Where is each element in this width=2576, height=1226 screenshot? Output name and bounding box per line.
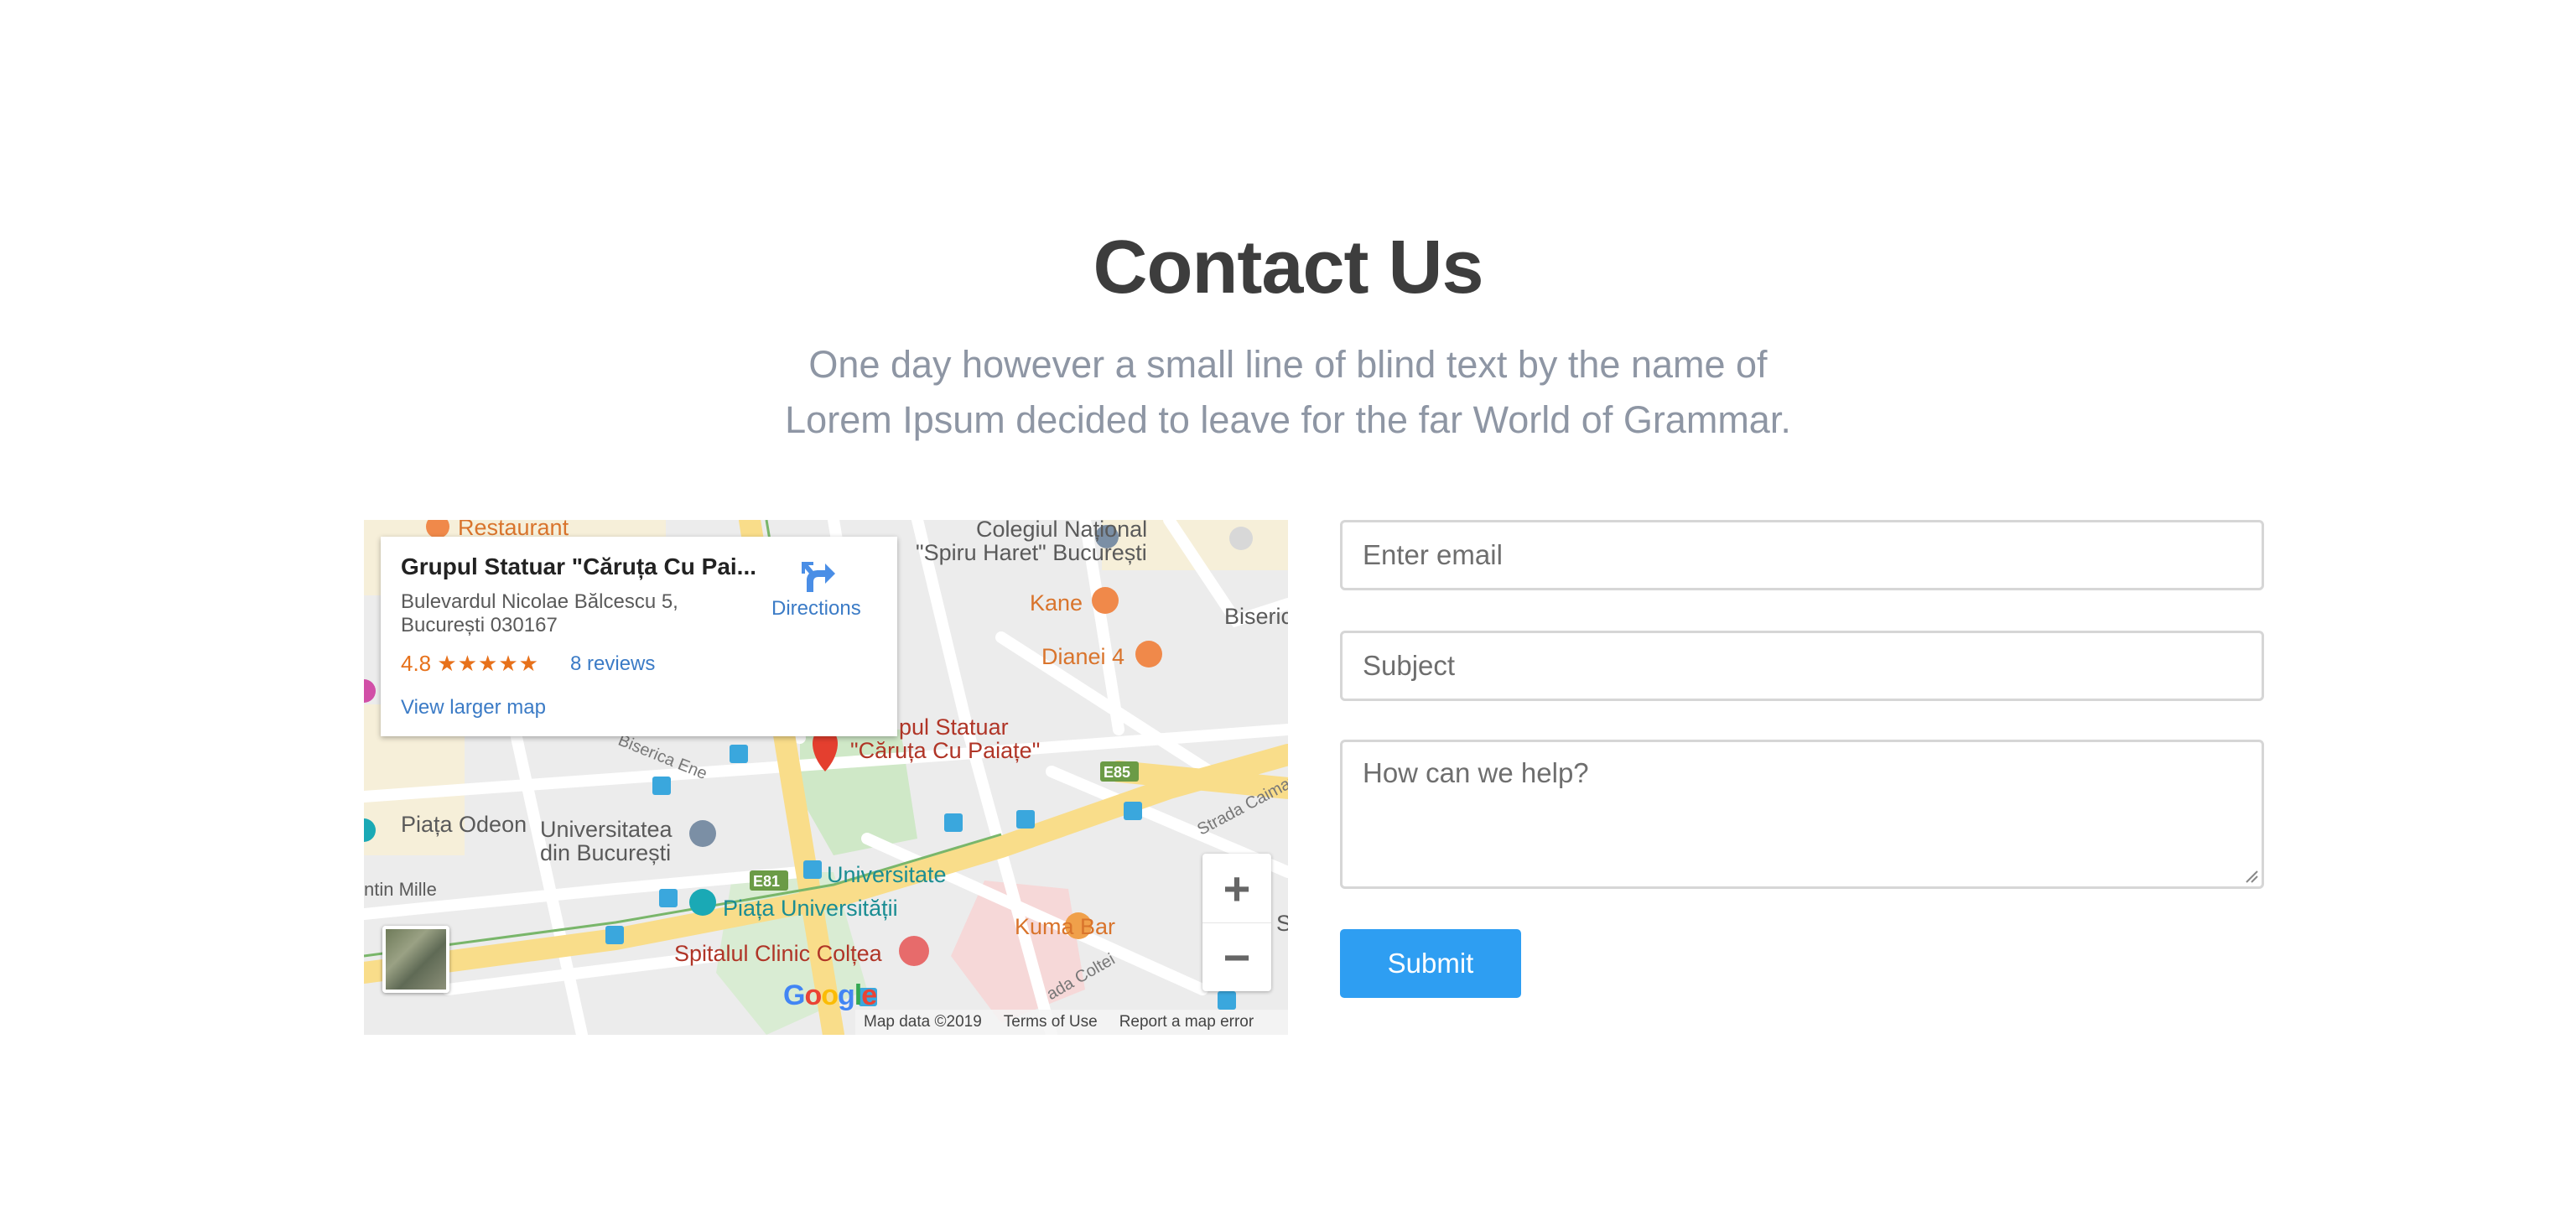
- map-label-ntin-mille: ntin Mille: [364, 879, 437, 900]
- rating-value: 4.8: [401, 651, 432, 676]
- map-label-grupul-line2: "Căruța Cu Paiațe": [850, 738, 1041, 763]
- message-textarea[interactable]: [1343, 742, 2262, 886]
- view-larger-map-link[interactable]: View larger map: [401, 696, 546, 719]
- google-logo: Google: [783, 979, 877, 1011]
- reviews-link[interactable]: 8 reviews: [570, 652, 655, 676]
- subject-field-wrapper: [1340, 631, 2264, 701]
- zoom-controls: + −: [1202, 854, 1271, 991]
- map-label-e81: E81: [753, 873, 781, 890]
- map-label-universitatea-2: din București: [540, 840, 672, 865]
- map-label-piata-odeon: Piața Odeon: [401, 812, 527, 837]
- subject-field[interactable]: [1343, 633, 2262, 699]
- email-field[interactable]: [1343, 522, 2262, 588]
- map-data-attribution: Map data ©2019: [864, 1013, 982, 1031]
- place-address: Bulevardul Nicolae Bălcescu 5, București…: [401, 590, 678, 636]
- map-label-piata-universitatii: Piața Universității: [723, 896, 898, 921]
- contact-section: Contact Us One day however a small line …: [0, 0, 2576, 1226]
- map-label-biseric: Biseric: [1224, 604, 1288, 629]
- map-label-spiru-haret: "Spiru Haret" București: [916, 540, 1147, 565]
- zoom-out-button[interactable]: −: [1202, 922, 1271, 991]
- place-name: Grupul Statuar "Căruța Cu Pai...: [401, 553, 757, 579]
- message-field-wrapper: [1340, 740, 2264, 889]
- map-footer: Map data ©2019 Terms of Use Report a map…: [855, 1010, 1288, 1035]
- map-label-e85: E85: [1104, 764, 1131, 781]
- place-rating: 4.8 ★★★★★: [401, 651, 539, 677]
- place-info-card: Grupul Statuar "Căruța Cu Pai... Bulevar…: [381, 537, 897, 736]
- rating-stars: ★★★★★: [437, 651, 539, 676]
- map-label-kane: Kane: [1030, 590, 1083, 616]
- directions-link[interactable]: Directions: [771, 597, 861, 621]
- map-label-colegiul: Colegiul Național: [976, 520, 1148, 542]
- map-label-spitalul: Spitalul Clinic Colțea: [674, 941, 882, 966]
- page-subtitle: One day however a small line of blind te…: [785, 343, 1791, 441]
- email-field-wrapper: [1340, 520, 2264, 590]
- terms-of-use-link[interactable]: Terms of Use: [1004, 1013, 1098, 1031]
- map-label-dianei: Dianei 4: [1041, 644, 1125, 669]
- page-title: Contact Us: [1093, 226, 1483, 309]
- resize-grip-icon[interactable]: [2243, 868, 2258, 883]
- submit-button[interactable]: Submit: [1340, 929, 1521, 998]
- map-label-s-edge: S: [1276, 911, 1288, 936]
- google-map[interactable]: Restaurant Colegiul Național "Spiru Hare…: [364, 520, 1288, 1035]
- satellite-view-toggle[interactable]: [382, 926, 449, 993]
- map-label-universitate: Universitate: [827, 862, 947, 887]
- zoom-in-button[interactable]: +: [1202, 854, 1271, 922]
- directions-icon[interactable]: [800, 558, 837, 595]
- map-label-universitatea-1: Universitatea: [540, 817, 673, 842]
- report-map-error-link[interactable]: Report a map error: [1119, 1013, 1254, 1031]
- map-label-grupul-line1: pul Statuar: [899, 714, 1009, 740]
- map-label-kuma-bar: Kuma Bar: [1015, 914, 1116, 939]
